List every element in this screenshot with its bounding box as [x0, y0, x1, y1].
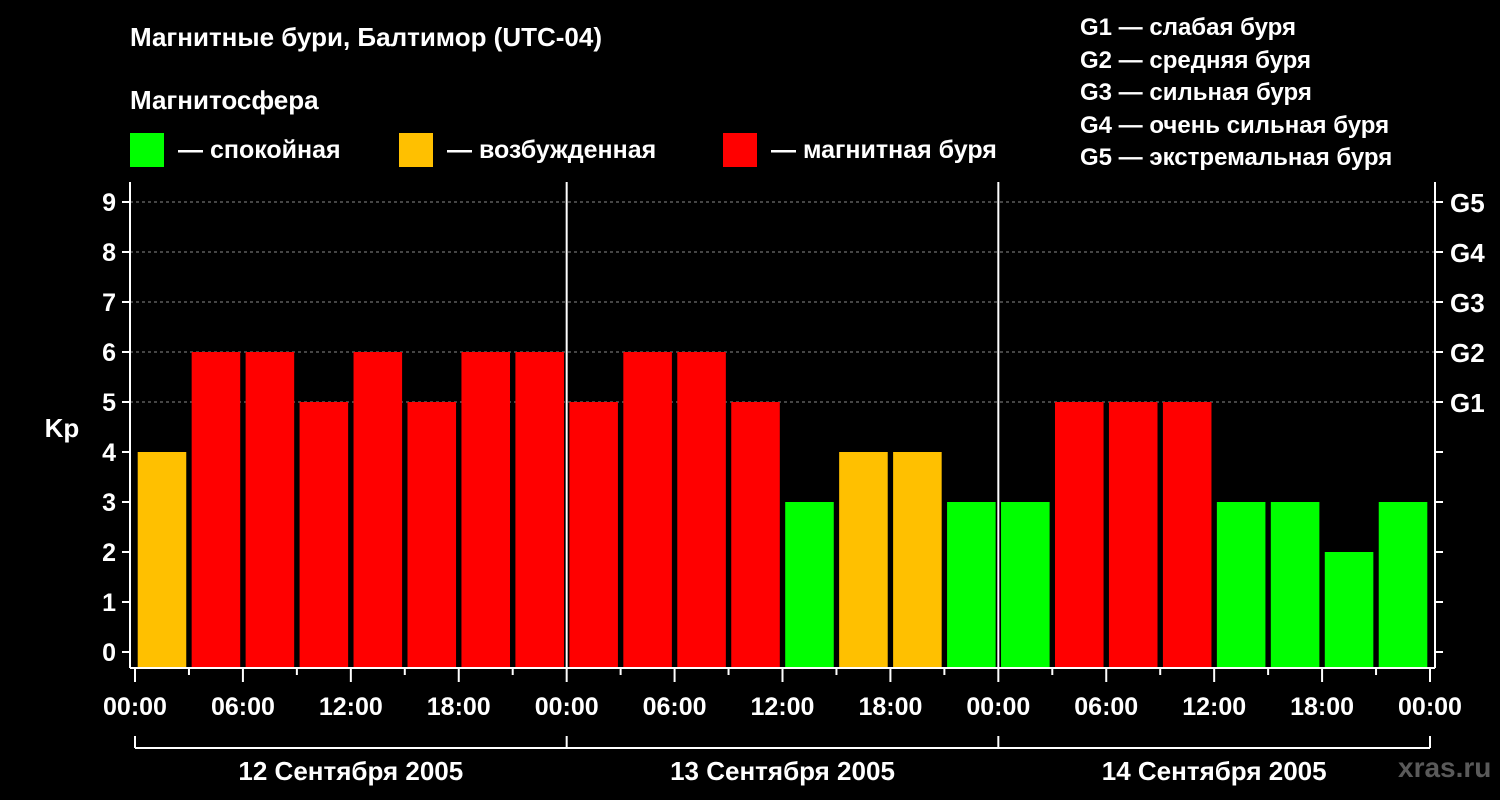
x-tick-label: 00:00 — [103, 693, 167, 721]
kp-bar — [299, 402, 349, 668]
kp-bar — [137, 452, 187, 668]
legend-item-quiet: — спокойная — [130, 133, 341, 167]
y-tick-label: 2 — [102, 539, 116, 567]
g-scale-tick-label: G5 — [1450, 188, 1485, 218]
kp-bar — [353, 352, 403, 668]
y-tick-label: 0 — [102, 639, 116, 667]
y-tick-label: 5 — [102, 389, 116, 417]
g-scale-item-g4: G4 — очень сильная буря — [1080, 111, 1390, 139]
day-label: 12 Сентября 2005 — [238, 756, 463, 786]
x-tick-label: 18:00 — [858, 693, 922, 721]
legend-swatch-quiet — [130, 133, 164, 167]
kp-bar — [407, 402, 457, 668]
kp-bar — [1001, 502, 1050, 668]
day-label: 13 Сентября 2005 — [670, 756, 895, 786]
kp-bar — [947, 502, 996, 668]
kp-bar — [245, 352, 295, 668]
kp-bar — [1054, 402, 1104, 668]
y-axis-label: Kp — [45, 413, 80, 443]
g-scale-tick-label: G4 — [1450, 238, 1485, 268]
legend-item-storm: — магнитная буря — [723, 133, 997, 167]
y-tick-label: 7 — [102, 289, 116, 317]
legend-swatch-active — [399, 133, 433, 167]
y-tick-label: 8 — [102, 239, 116, 267]
g-scale-tick-label: G3 — [1450, 288, 1485, 318]
chart-title: Магнитные бури, Балтимор (UTC-04) — [130, 22, 603, 52]
legend-swatch-storm — [723, 133, 757, 167]
kp-bar — [893, 452, 942, 668]
x-tick-label: 00:00 — [966, 693, 1030, 721]
x-tick-label: 12:00 — [751, 693, 815, 721]
kp-bar — [1216, 502, 1266, 668]
kp-bar — [623, 352, 672, 668]
kp-bar — [569, 402, 618, 668]
kp-bar — [1108, 402, 1158, 668]
x-tick-label: 12:00 — [319, 693, 383, 721]
kp-bar — [677, 352, 726, 668]
kp-bar — [461, 352, 511, 668]
x-tick-label: 06:00 — [643, 693, 707, 721]
kp-bar — [839, 452, 888, 668]
x-tick-label: 12:00 — [1182, 693, 1246, 721]
legend-item-active: — возбужденная — [399, 133, 656, 167]
g-scale-item-g3: G3 — сильная буря — [1080, 79, 1312, 106]
legend-label-active: — возбужденная — [447, 135, 657, 164]
y-tick-label: 4 — [102, 439, 116, 467]
kp-bar — [731, 402, 780, 668]
x-tick-label: 06:00 — [1074, 693, 1138, 721]
y-tick-label: 3 — [102, 489, 116, 517]
g-scale-item-g5: G5 — экстремальная буря — [1080, 144, 1393, 171]
y-tick-label: 6 — [102, 339, 116, 367]
kp-bar — [191, 352, 241, 668]
kp-bar — [1378, 502, 1428, 668]
g-scale-tick-label: G2 — [1450, 338, 1485, 368]
g-scale-item-g2: G2 — средняя буря — [1080, 46, 1311, 74]
kp-bar — [1270, 502, 1320, 668]
x-tick-label: 18:00 — [1290, 693, 1354, 721]
g-scale-item-g1: G1 — слабая буря — [1080, 14, 1297, 41]
legend-label-storm: — магнитная буря — [771, 135, 997, 164]
watermark: xras.ru — [1398, 752, 1492, 783]
x-tick-label: 06:00 — [211, 693, 275, 721]
y-tick-label: 9 — [102, 189, 116, 217]
legend-label-quiet: — спокойная — [178, 135, 341, 164]
x-tick-label: 00:00 — [535, 693, 599, 721]
y-tick-label: 1 — [102, 589, 116, 617]
kp-bar — [515, 352, 564, 668]
g-scale-legend: G1 — слабая буря G2 — средняя буря G3 — … — [1080, 12, 1392, 175]
legend-title: Магнитосфера — [130, 85, 319, 115]
x-tick-label: 18:00 — [427, 693, 491, 721]
kp-bar — [785, 502, 834, 668]
kp-bar — [1324, 552, 1374, 668]
day-label: 14 Сентября 2005 — [1102, 756, 1327, 786]
g-scale-tick-label: G1 — [1450, 388, 1485, 418]
x-tick-label: 00:00 — [1398, 693, 1462, 721]
kp-bar — [1162, 402, 1212, 668]
